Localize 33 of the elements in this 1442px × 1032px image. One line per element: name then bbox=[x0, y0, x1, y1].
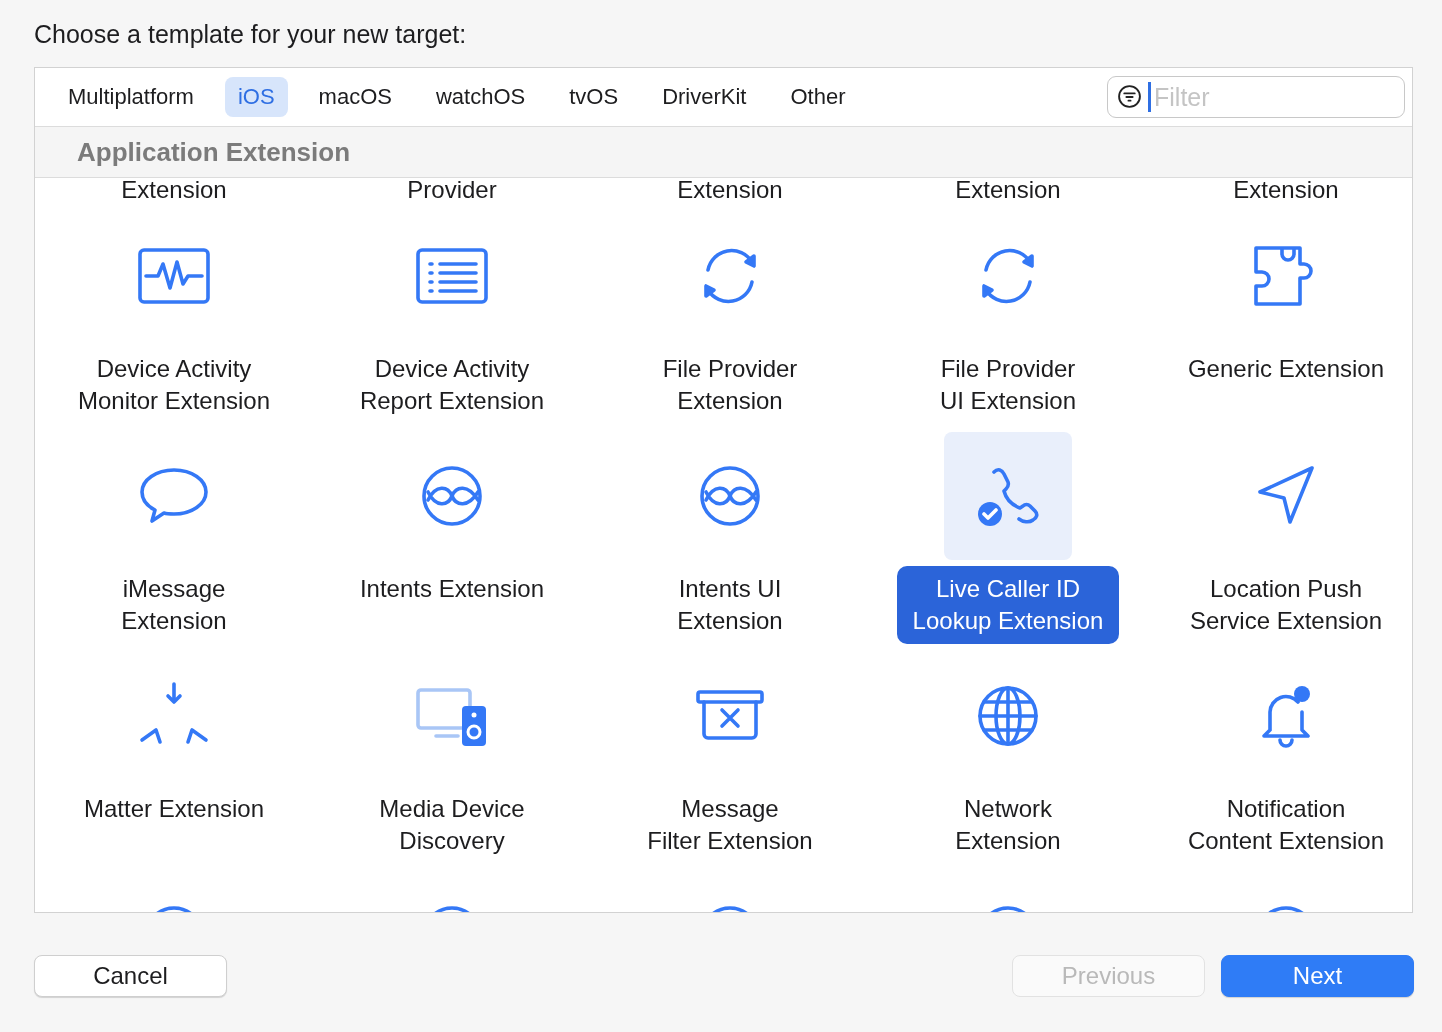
platform-tab[interactable]: watchOS bbox=[422, 77, 539, 117]
template-label: Message Filter Extension bbox=[646, 794, 814, 856]
template-label: Location Push Service Extension bbox=[1188, 574, 1384, 636]
template-label: Live Caller ID Lookup Extension bbox=[896, 566, 1120, 644]
dialog-button[interactable]: Next bbox=[1221, 955, 1414, 997]
platform-tab[interactable]: tvOS bbox=[556, 77, 632, 117]
filter-field[interactable]: Filter bbox=[1107, 76, 1405, 118]
template-label: Extension bbox=[121, 178, 227, 202]
template-label: Extension bbox=[955, 178, 1061, 202]
platform-tab[interactable]: DriverKit bbox=[649, 77, 760, 117]
dialog-heading: Choose a template for your new target: bbox=[34, 19, 468, 50]
template-label: Extension bbox=[677, 178, 783, 202]
template-label: Device Activity Monitor Extension bbox=[76, 354, 272, 416]
platform-tab[interactable]: Other bbox=[777, 77, 859, 117]
template-label: Provider bbox=[407, 178, 497, 202]
template-label: Network Extension bbox=[954, 794, 1062, 856]
template-label: Device Activity Report Extension bbox=[358, 354, 546, 416]
template-label: Generic Extension bbox=[1186, 354, 1386, 384]
template-label: File Provider Extension bbox=[661, 354, 799, 416]
template-label: File Provider UI Extension bbox=[938, 354, 1078, 416]
template-label: Intents Extension bbox=[358, 574, 546, 604]
template-label: Intents UI Extension bbox=[676, 574, 784, 636]
platform-tab[interactable]: iOS bbox=[224, 77, 288, 117]
dialog-button[interactable]: Cancel bbox=[34, 955, 227, 997]
template-label: Media Device Discovery bbox=[378, 794, 526, 856]
template-label: Notification Content Extension bbox=[1186, 794, 1386, 856]
section-header: Application Extension bbox=[35, 127, 1412, 178]
platform-tab[interactable]: macOS bbox=[305, 77, 405, 117]
template-label: Matter Extension bbox=[82, 794, 266, 824]
template-label: Extension bbox=[1233, 178, 1339, 202]
template-tile[interactable] bbox=[944, 432, 1072, 560]
template-label: iMessage Extension bbox=[120, 574, 228, 636]
platform-tab[interactable]: Multiplatform bbox=[55, 77, 207, 117]
